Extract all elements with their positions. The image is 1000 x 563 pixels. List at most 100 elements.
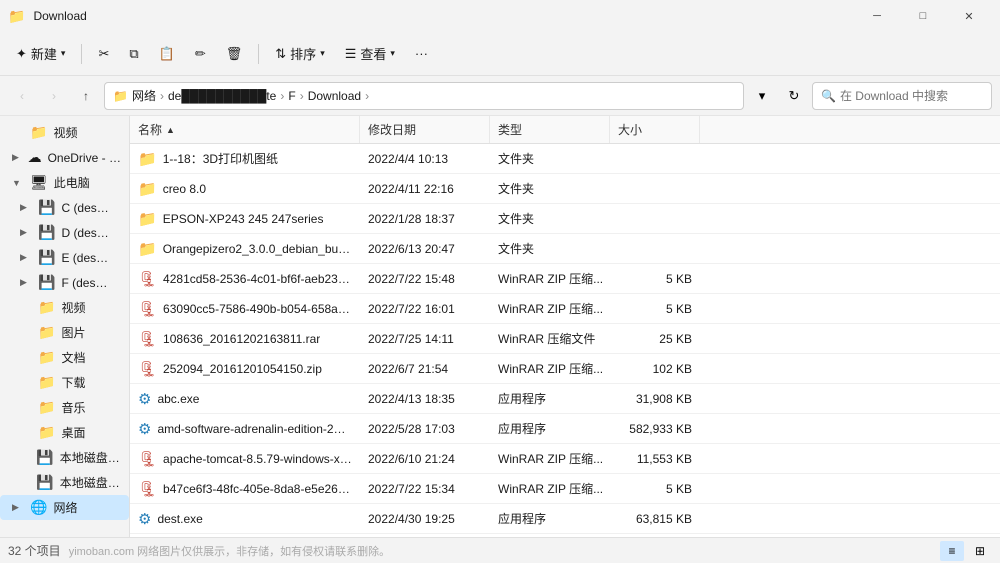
file-type-cell: 应用程序 bbox=[490, 510, 610, 527]
sidebar-item-local-c[interactable]: 💾 本地磁盘 (C:) bbox=[0, 445, 129, 470]
copy-button[interactable]: ⧉ bbox=[121, 38, 146, 70]
file-size-cell: 5 KB bbox=[610, 302, 700, 316]
file-size-cell: 11,553 KB bbox=[610, 452, 700, 466]
file-name-text: EPSON-XP243 245 247series bbox=[163, 212, 324, 226]
delete-button[interactable]: 🗑 bbox=[218, 38, 251, 70]
table-row[interactable]: ⚙dest.exe2022/4/30 19:25应用程序63,815 KB bbox=[130, 504, 1000, 534]
cut-button[interactable]: ✂ bbox=[90, 38, 117, 70]
file-type-cell: WinRAR ZIP 压缩... bbox=[490, 360, 610, 377]
paste-button[interactable]: 📋 bbox=[151, 38, 183, 70]
window-title: Download bbox=[33, 9, 846, 23]
rename-icon: ✏ bbox=[195, 46, 206, 62]
folder-icon: ☁ bbox=[28, 149, 42, 166]
table-row[interactable]: ⚙amd-software-adrenalin-edition-22.5...2… bbox=[130, 414, 1000, 444]
maximize-button[interactable]: □ bbox=[900, 0, 946, 32]
table-row[interactable]: 📁creo 8.02022/4/11 22:16文件夹 bbox=[130, 174, 1000, 204]
table-row[interactable]: 🗜DG5431342_x64.zip2022/5/3 16:01WinRAR Z… bbox=[130, 534, 1000, 537]
copy-icon: ⧉ bbox=[129, 46, 138, 62]
folder-icon: 📁 bbox=[38, 399, 55, 416]
file-name-text: 63090cc5-7586-490b-b054-658a7763... bbox=[163, 302, 352, 316]
col-type-header[interactable]: 类型 bbox=[490, 116, 610, 143]
folder-icon: 🌐 bbox=[30, 499, 47, 516]
sidebar-item-videos[interactable]: 📁视频 bbox=[0, 295, 129, 320]
dropdown-button[interactable]: ▾ bbox=[748, 82, 776, 110]
sidebar: 📁视频▶☁OneDrive - Persc▼🖥此电脑▶💾C (des…▶💾D (… bbox=[0, 116, 130, 537]
separator-2 bbox=[258, 44, 259, 64]
table-row[interactable]: 🗜252094_20161201054150.zip2022/6/7 21:54… bbox=[130, 354, 1000, 384]
new-button[interactable]: ✦ 新建 ▾ bbox=[8, 38, 73, 70]
sidebar-item-music[interactable]: 📁音乐 bbox=[0, 395, 129, 420]
table-row[interactable]: 📁Orangepizero2_3.0.0_debian_bullseye...2… bbox=[130, 234, 1000, 264]
table-row[interactable]: 🗜4281cd58-2536-4c01-bf6f-aeb23589e...202… bbox=[130, 264, 1000, 294]
sidebar-item-pictures[interactable]: 📁图片 bbox=[0, 320, 129, 345]
rename-button[interactable]: ✏ bbox=[187, 38, 214, 70]
sidebar-item-label: E (des… bbox=[61, 251, 108, 265]
folder-icon: 📁 bbox=[38, 299, 55, 316]
sidebar-item-docs[interactable]: 📁 文档 bbox=[0, 345, 129, 370]
sidebar-item-label: 文档 bbox=[61, 349, 85, 366]
breadcrumb-f[interactable]: F bbox=[288, 89, 295, 103]
sidebar-item-desktop[interactable]: 📁桌面 bbox=[0, 420, 129, 445]
refresh-button[interactable]: ↻ bbox=[780, 82, 808, 110]
forward-button[interactable]: › bbox=[40, 82, 68, 110]
file-type-cell: 文件夹 bbox=[490, 240, 610, 257]
folder-icon: 💾 bbox=[36, 449, 53, 466]
sidebar-item-downloads[interactable]: 📁 下载 bbox=[0, 370, 129, 395]
view-button[interactable]: ☰ 查看 ▾ bbox=[337, 38, 403, 70]
sort-button[interactable]: ⇅ 排序 ▾ bbox=[267, 38, 332, 70]
more-button[interactable]: ··· bbox=[407, 38, 436, 70]
folder-icon: 💾 bbox=[38, 249, 55, 266]
file-name-cell: ⚙amd-software-adrenalin-edition-22.5... bbox=[130, 420, 360, 438]
minimize-button[interactable]: ─ bbox=[854, 0, 900, 32]
toolbar: ✦ 新建 ▾ ✂ ⧉ 📋 ✏ 🗑 ⇅ 排序 ▾ ☰ 查看 ▾ ··· bbox=[0, 32, 1000, 76]
col-name-header[interactable]: 名称 ▲ bbox=[130, 116, 360, 143]
details-view-button[interactable]: ≡ bbox=[940, 541, 964, 561]
table-row[interactable]: 🗜63090cc5-7586-490b-b054-658a7763...2022… bbox=[130, 294, 1000, 324]
file-date-cell: 2022/6/7 21:54 bbox=[360, 362, 490, 376]
breadcrumb-host[interactable]: de██████████te bbox=[168, 89, 276, 103]
sidebar-item-f-drive[interactable]: ▶💾F (des… bbox=[0, 270, 129, 295]
file-date-cell: 2022/7/25 14:11 bbox=[360, 332, 490, 346]
file-type-cell: 文件夹 bbox=[490, 180, 610, 197]
breadcrumb-download[interactable]: Download bbox=[308, 89, 361, 103]
new-icon: ✦ bbox=[16, 46, 27, 62]
file-name-cell: 🗜apache-tomcat-8.5.79-windows-x64.z... bbox=[130, 450, 360, 468]
sidebar-item-onedrive[interactable]: ▶☁OneDrive - Persc bbox=[0, 145, 129, 170]
table-row[interactable]: 🗜b47ce6f3-48fc-405e-8da8-e5e262ffb2...20… bbox=[130, 474, 1000, 504]
tiles-view-button[interactable]: ⊞ bbox=[968, 541, 992, 561]
new-chevron-icon: ▾ bbox=[61, 48, 66, 59]
sidebar-item-c-drive[interactable]: ▶💾C (des… bbox=[0, 195, 129, 220]
close-button[interactable]: ✕ bbox=[946, 0, 992, 32]
breadcrumb-network[interactable]: 网络 bbox=[132, 87, 156, 104]
paste-icon: 📋 bbox=[159, 46, 175, 62]
file-icon: ⚙ bbox=[138, 390, 151, 408]
folder-icon: 📁 bbox=[38, 349, 55, 366]
up-button[interactable]: ↑ bbox=[72, 82, 100, 110]
file-size-cell: 5 KB bbox=[610, 272, 700, 286]
file-date-cell: 2022/6/10 21:24 bbox=[360, 452, 490, 466]
sidebar-item-label: 下载 bbox=[61, 374, 85, 391]
file-name-cell: 📁creo 8.0 bbox=[130, 180, 360, 198]
table-row[interactable]: ⚙abc.exe2022/4/13 18:35应用程序31,908 KB bbox=[130, 384, 1000, 414]
table-row[interactable]: 🗜108636_20161202163811.rar2022/7/25 14:1… bbox=[130, 324, 1000, 354]
sidebar-item-label: 本地磁盘 (C:) bbox=[60, 449, 121, 466]
table-row[interactable]: 🗜apache-tomcat-8.5.79-windows-x64.z...20… bbox=[130, 444, 1000, 474]
col-size-header[interactable]: 大小 bbox=[610, 116, 700, 143]
sidebar-item-local-d[interactable]: 💾本地磁盘 (D:) bbox=[0, 470, 129, 495]
address-bar: ‹ › ↑ 📁 网络 › de██████████te › F › Downlo… bbox=[0, 76, 1000, 116]
file-type-cell: 应用程序 bbox=[490, 420, 610, 437]
sidebar-item-d-drive[interactable]: ▶💾D (des… bbox=[0, 220, 129, 245]
sidebar-item-e-drive[interactable]: ▶💾E (des… bbox=[0, 245, 129, 270]
sidebar-item-this-pc[interactable]: ▼🖥此电脑 bbox=[0, 170, 129, 195]
sidebar-item-network[interactable]: ▶🌐网络 bbox=[0, 495, 129, 520]
folder-icon: 📁 bbox=[38, 374, 55, 391]
table-row[interactable]: 📁EPSON-XP243 245 247series2022/1/28 18:3… bbox=[130, 204, 1000, 234]
col-date-header[interactable]: 修改日期 bbox=[360, 116, 490, 143]
file-date-cell: 2022/5/28 17:03 bbox=[360, 422, 490, 436]
file-name-cell: ⚙dest.exe bbox=[130, 510, 360, 528]
table-row[interactable]: 📁1--18：3D打印机图纸2022/4/4 10:13文件夹 bbox=[130, 144, 1000, 174]
expand-icon: ▶ bbox=[12, 152, 22, 163]
sidebar-item-videos-top[interactable]: 📁视频 bbox=[0, 120, 129, 145]
back-button[interactable]: ‹ bbox=[8, 82, 36, 110]
search-input[interactable] bbox=[840, 89, 983, 103]
